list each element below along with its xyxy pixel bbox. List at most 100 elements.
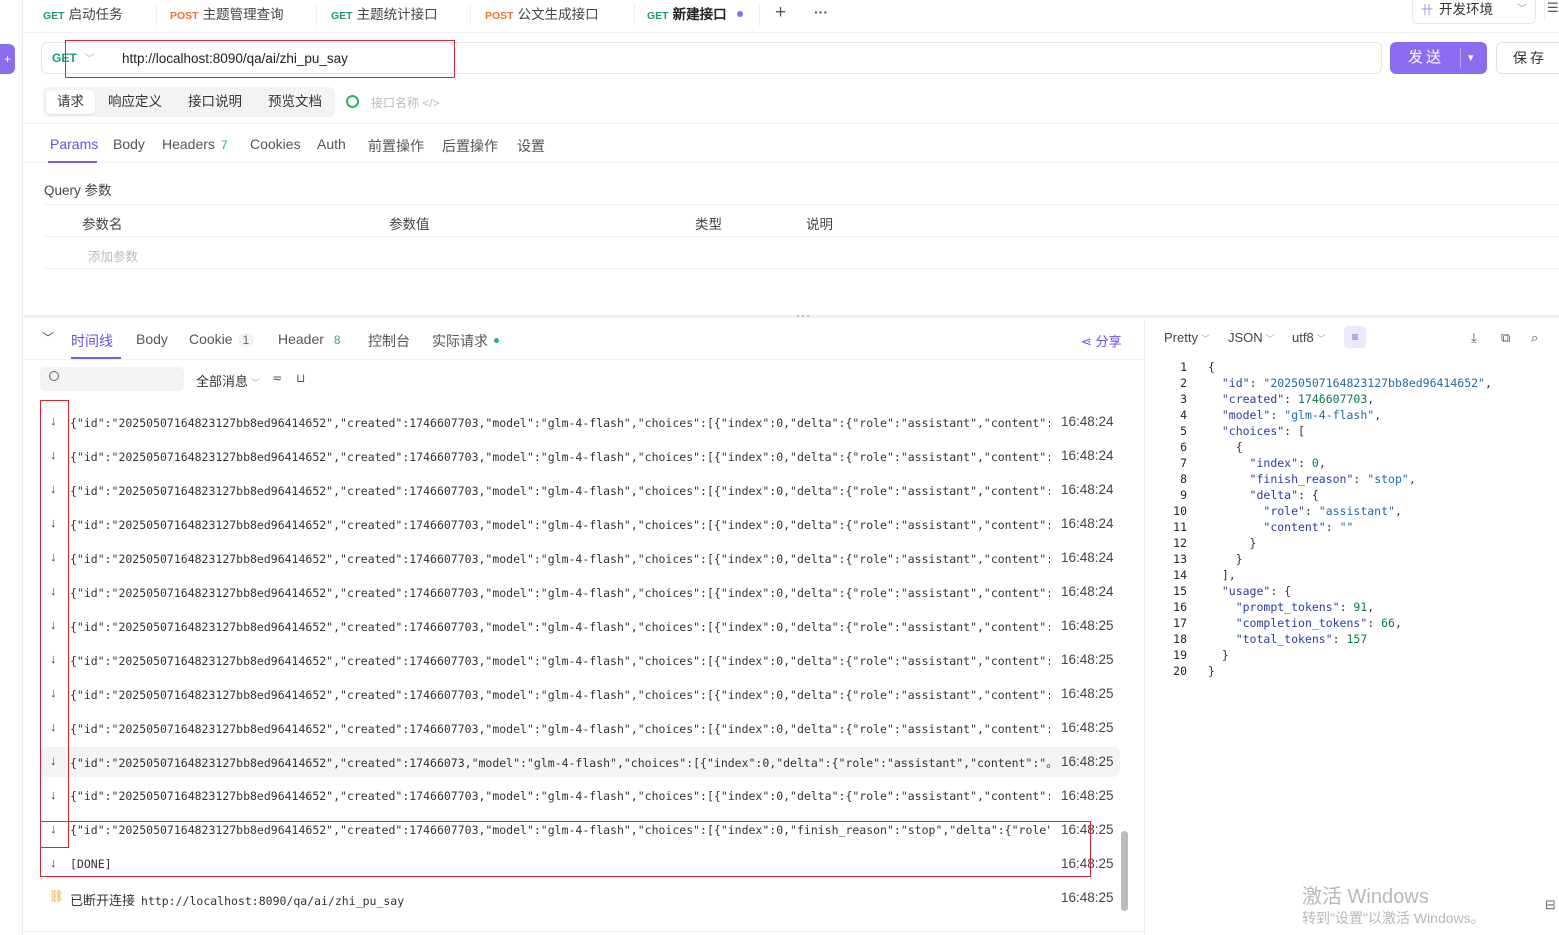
event-time: 16:48:24 bbox=[1061, 448, 1114, 463]
disconnect-row: ⛓ 已断开连接 http://localhost:8090/qa/ai/zhi_p… bbox=[40, 883, 1120, 913]
tab-auth[interactable]: Auth bbox=[317, 136, 346, 152]
message-filter-select[interactable]: 全部消息 ﹀ bbox=[196, 371, 260, 390]
collapse-chevron-icon[interactable]: ﹀ bbox=[42, 329, 54, 346]
wrap-lines-icon[interactable]: ≡ bbox=[1344, 326, 1366, 348]
chevron-down-icon[interactable]: ▾ bbox=[1468, 42, 1474, 74]
environment-select[interactable]: 卄开发环境 ﹀ bbox=[1412, 0, 1536, 24]
tab-header[interactable]: Header 8 bbox=[278, 331, 346, 347]
code-text: } bbox=[1208, 536, 1257, 550]
code-line: 10 "role": "assistant", bbox=[1150, 503, 1555, 519]
code-text: "content": "" bbox=[1263, 520, 1354, 534]
tab-new-api[interactable]: GET 新建接口 bbox=[647, 0, 743, 33]
timeline-event-row[interactable]: ↓ {"id":"20250507164823127bb8ed96414652",… bbox=[40, 611, 1120, 641]
tab-actual-request[interactable]: 实际请求 bbox=[432, 331, 499, 351]
send-button[interactable]: 发送 ▾ bbox=[1390, 42, 1487, 74]
tab-cookies[interactable]: Cookies bbox=[250, 136, 301, 152]
download-icon[interactable]: ⤓ bbox=[1471, 330, 1477, 346]
code-line: 1{ bbox=[1150, 359, 1555, 375]
search-icon[interactable]: ⌕ bbox=[1531, 330, 1538, 346]
timeline-event-row[interactable]: ↓ {"id":"20250507164823127bb8ed96414652",… bbox=[40, 509, 1120, 539]
add-tab-button[interactable]: + bbox=[775, 0, 786, 33]
method-label: GET bbox=[52, 51, 77, 65]
method-badge: GET bbox=[43, 10, 65, 22]
sort-icon[interactable]: ≂ bbox=[272, 371, 282, 385]
timeline-event-row[interactable]: ↓ {"id":"20250507164823127bb8ed96414652",… bbox=[40, 781, 1120, 811]
code-text: { bbox=[1208, 440, 1243, 454]
timeline-event-row[interactable]: ↓ {"id":"20250507164823127bb8ed96414652",… bbox=[40, 543, 1120, 573]
timeline-event-row[interactable]: ↓ {"id":"20250507164823127bb8ed96414652",… bbox=[40, 441, 1120, 471]
code-text: "role": "assistant", bbox=[1263, 504, 1402, 518]
menu-icon[interactable]: ☰ bbox=[1544, 0, 1559, 20]
add-param-input[interactable]: 添加参数 bbox=[88, 246, 138, 265]
line-number: 5 bbox=[1180, 424, 1187, 438]
code-line: 4 "model": "glm-4-flash", bbox=[1150, 407, 1555, 423]
event-payload: {"id":"20250507164823127bb8ed96414652","… bbox=[70, 789, 1050, 803]
timeline-event-row[interactable]: ↓ {"id":"20250507164823127bb8ed96414652",… bbox=[40, 747, 1120, 777]
code-line: 12 } bbox=[1150, 535, 1555, 551]
collapse-sidebar-button[interactable]: + bbox=[0, 44, 15, 74]
tab-timeline[interactable]: 时间线 bbox=[71, 331, 113, 351]
left-rail: + bbox=[0, 0, 23, 935]
code-line: 14 ], bbox=[1150, 567, 1555, 583]
tab-headers[interactable]: Headers 7 bbox=[162, 136, 228, 152]
tab-settings[interactable]: 设置 bbox=[517, 136, 545, 156]
line-number: 15 bbox=[1173, 584, 1187, 598]
type-label: JSON bbox=[1228, 330, 1263, 345]
subtab-api-description[interactable]: 接口说明 bbox=[188, 90, 242, 114]
search-input[interactable] bbox=[66, 367, 176, 391]
method-badge: POST bbox=[485, 10, 514, 22]
format-select[interactable]: Pretty ﹀ bbox=[1164, 330, 1210, 345]
code-text: } bbox=[1208, 664, 1215, 678]
code-line: 19 } bbox=[1150, 647, 1555, 663]
arrow-down-icon: ↓ bbox=[50, 821, 57, 836]
environment-icon: 卄 bbox=[1421, 3, 1434, 17]
arrow-down-icon: ↓ bbox=[50, 855, 57, 870]
subtab-preview-doc[interactable]: 预览文档 bbox=[268, 90, 322, 114]
tab-body[interactable]: Body bbox=[113, 136, 145, 152]
timeline-event-row[interactable]: ↓ {"id":"20250507164823127bb8ed96414652",… bbox=[40, 679, 1120, 709]
tab-params[interactable]: Params bbox=[50, 136, 98, 152]
subtab-response-definition[interactable]: 响应定义 bbox=[108, 90, 162, 114]
arrow-down-icon: ↓ bbox=[50, 651, 57, 666]
vertical-divider bbox=[1144, 320, 1145, 935]
timeline-event-row[interactable]: ↓ {"id":"20250507164823127bb8ed96414652",… bbox=[40, 475, 1120, 505]
timeline-event-row[interactable]: ↓ {"id":"20250507164823127bb8ed96414652",… bbox=[40, 713, 1120, 743]
tab-response-body[interactable]: Body bbox=[136, 331, 168, 347]
more-tabs-button[interactable]: ··· bbox=[814, 0, 828, 33]
tab-topic-stats[interactable]: GET 主题统计接口 bbox=[331, 0, 438, 33]
tab-doc-generate[interactable]: POST 公文生成接口 bbox=[485, 0, 599, 33]
timeline-event-row[interactable]: ↓ {"id":"20250507164823127bb8ed96414652",… bbox=[40, 407, 1120, 437]
panel-toggle-icon[interactable]: ⊟ bbox=[1545, 897, 1556, 913]
code-line: 2 "id": "20250507164823127bb8ed96414652"… bbox=[1150, 375, 1555, 391]
method-select[interactable]: GET ﹀ bbox=[52, 43, 95, 75]
tab-post-actions[interactable]: 后置操作 bbox=[442, 136, 498, 156]
line-number: 1 bbox=[1180, 360, 1187, 374]
event-time: 16:48:25 bbox=[1061, 890, 1114, 905]
event-time: 16:48:24 bbox=[1061, 516, 1114, 531]
clear-icon[interactable]: ⊔ bbox=[296, 371, 305, 385]
line-number: 2 bbox=[1180, 376, 1187, 390]
tab-pre-actions[interactable]: 前置操作 bbox=[368, 136, 424, 156]
type-select[interactable]: JSON ﹀ bbox=[1228, 330, 1275, 345]
timeline-event-row[interactable]: ↓ {"id":"20250507164823127bb8ed96414652",… bbox=[40, 645, 1120, 675]
api-name-input[interactable]: 接口名称 </> bbox=[371, 94, 440, 111]
panel-splitter[interactable] bbox=[24, 315, 1559, 318]
save-button[interactable]: 保存 bbox=[1496, 42, 1559, 74]
timeline-event-row[interactable]: ↓ {"id":"20250507164823127bb8ed96414652",… bbox=[40, 815, 1120, 845]
timeline-event-row[interactable]: ↓ {"id":"20250507164823127bb8ed96414652",… bbox=[40, 577, 1120, 607]
url-input[interactable] bbox=[122, 43, 1322, 73]
subtab-request[interactable]: 请求 bbox=[46, 90, 95, 114]
tab-separator bbox=[470, 4, 471, 26]
copy-icon[interactable]: ⧉ bbox=[1501, 330, 1510, 346]
share-button[interactable]: ⋖ 分享 bbox=[1081, 331, 1122, 350]
tab-start-task[interactable]: GET 启动任务 bbox=[43, 0, 123, 33]
tab-console[interactable]: 控制台 bbox=[368, 331, 410, 351]
tab-cookie[interactable]: Cookie 1 bbox=[189, 331, 255, 347]
code-line: 6 { bbox=[1150, 439, 1555, 455]
timeline-search[interactable] bbox=[40, 367, 184, 391]
timeline-scrollbar[interactable] bbox=[1121, 831, 1128, 911]
encoding-select[interactable]: utf8 ﹀ bbox=[1292, 330, 1326, 345]
code-text: "completion_tokens": 66, bbox=[1235, 616, 1402, 630]
tab-topic-query[interactable]: POST 主题管理查询 bbox=[170, 0, 284, 33]
timeline-event-row[interactable]: ↓ [DONE] 16:48:25 bbox=[40, 849, 1120, 879]
